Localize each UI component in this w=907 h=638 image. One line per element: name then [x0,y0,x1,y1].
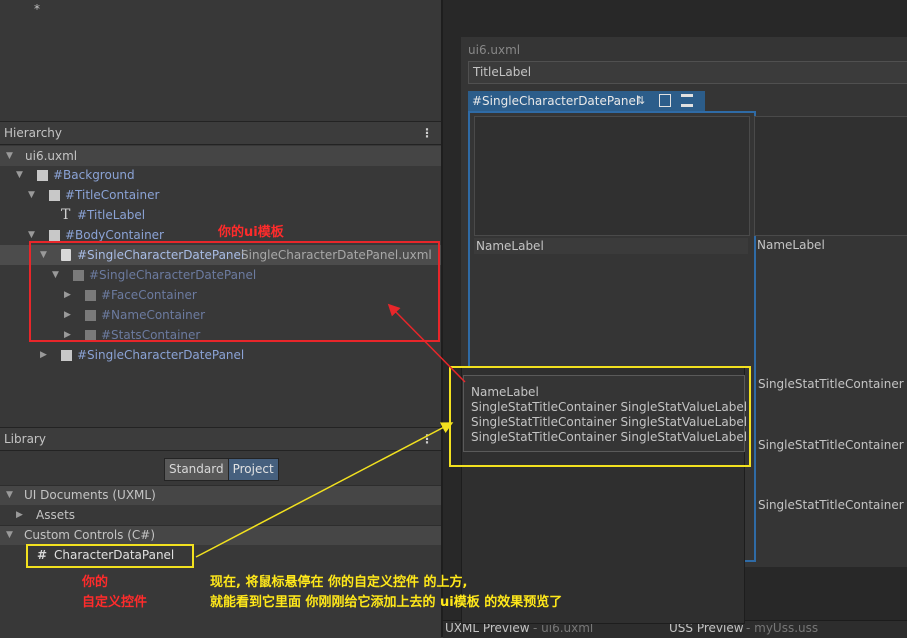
red-arrow [387,303,466,383]
annotation-arrows [195,303,466,558]
yellow-arrow [195,422,454,558]
